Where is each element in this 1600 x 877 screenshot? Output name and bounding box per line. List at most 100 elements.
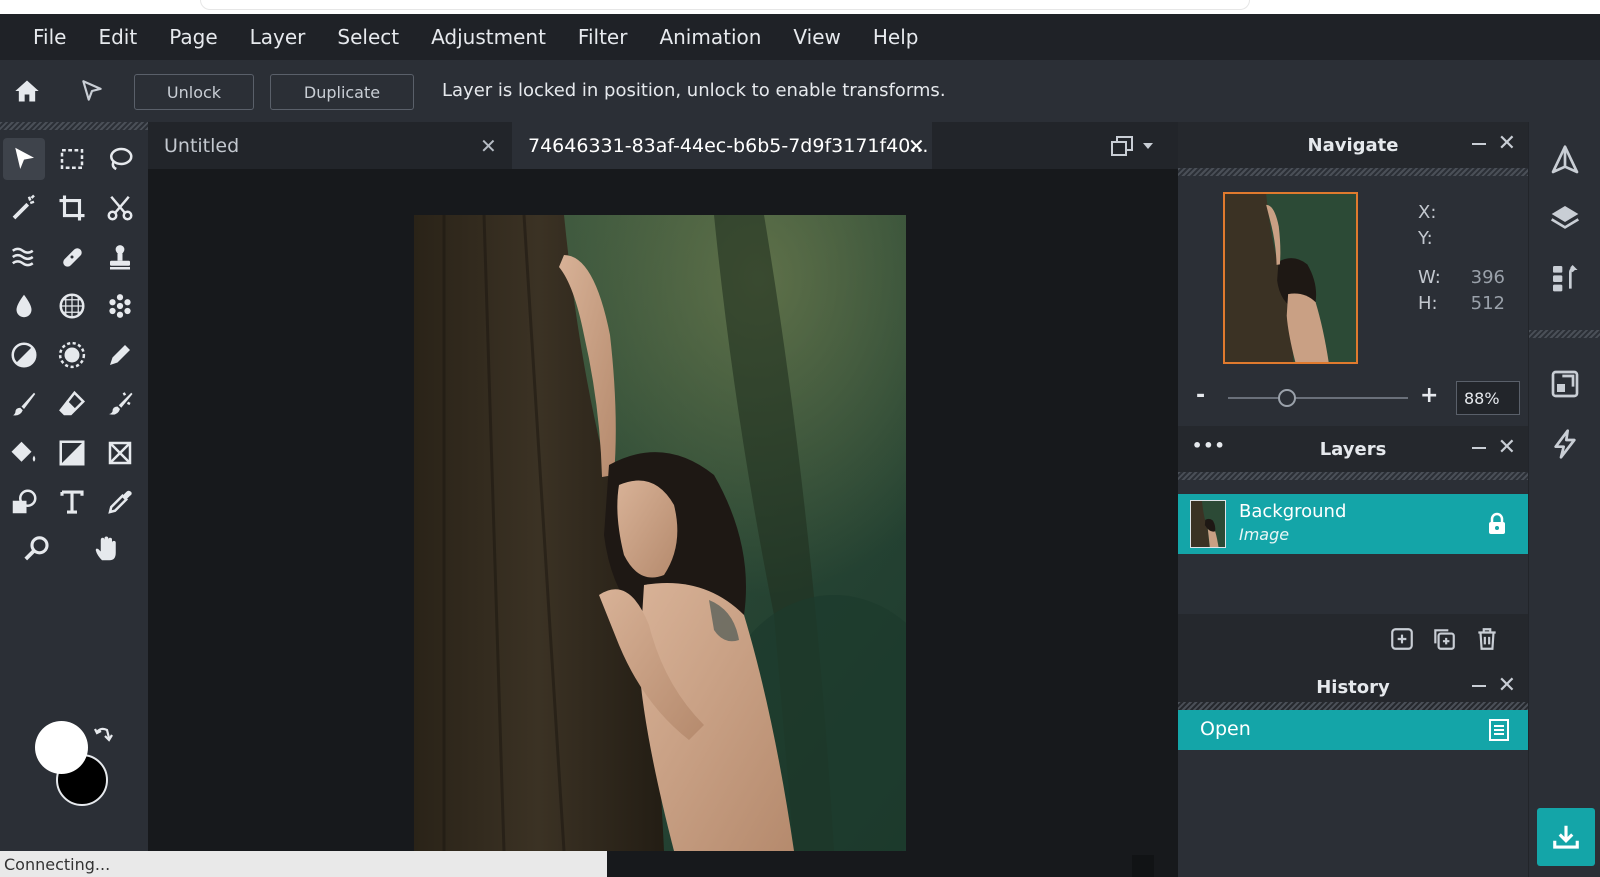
history-document-icon — [1489, 719, 1509, 741]
rail-grip[interactable] — [1529, 330, 1600, 338]
history-toggle-icon[interactable] — [1549, 262, 1581, 294]
tab-active-image-close-icon[interactable]: ✕ — [908, 134, 925, 158]
text-tool-icon[interactable] — [51, 481, 93, 523]
gradient-icon[interactable] — [51, 432, 93, 474]
chevron-down-icon — [1143, 143, 1153, 149]
navigate-close-icon[interactable]: ✕ — [1498, 131, 1516, 156]
zoom-percent-field[interactable]: 88% — [1456, 381, 1520, 415]
brightness-sun-icon[interactable] — [51, 334, 93, 376]
eraser-icon[interactable] — [51, 383, 93, 425]
pixelate-dots-icon[interactable] — [99, 285, 141, 327]
layers-minimize-icon[interactable] — [1472, 438, 1488, 458]
hand-pan-icon[interactable] — [86, 528, 128, 570]
foreground-color-swatch[interactable] — [35, 721, 88, 774]
swap-colors-icon[interactable] — [92, 724, 116, 748]
history-grip[interactable] — [1178, 702, 1528, 710]
nav-w-value: 396 — [1470, 267, 1505, 288]
move-tool-indicator-icon — [77, 76, 107, 106]
download-icon — [1553, 825, 1579, 849]
window-arrange-dropdown[interactable] — [1110, 132, 1160, 160]
history-close-icon[interactable]: ✕ — [1498, 673, 1516, 698]
layers-toggle-icon[interactable] — [1549, 202, 1581, 234]
toolbar-grip[interactable] — [0, 122, 148, 130]
side-panels: Navigate ✕ X: Y: W: H: 396 512 - + 88% •… — [1178, 122, 1528, 877]
add-layer-icon[interactable] — [1389, 626, 1415, 652]
clone-stamp-icon[interactable] — [99, 236, 141, 278]
menu-filter[interactable]: Filter — [562, 25, 644, 49]
menu-file[interactable]: File — [17, 25, 82, 49]
navigate-panel-title: Navigate — [1307, 134, 1399, 156]
blur-drop-icon[interactable] — [3, 285, 45, 327]
marquee-select-icon[interactable] — [51, 138, 93, 180]
zoom-magnifier-icon[interactable] — [16, 528, 58, 570]
menu-edit[interactable]: Edit — [82, 25, 153, 49]
menu-page[interactable]: Page — [153, 25, 233, 49]
color-replace-pen-icon[interactable] — [99, 334, 141, 376]
tab-untitled[interactable]: Untitled — [148, 122, 512, 169]
magic-wand-icon[interactable] — [3, 187, 45, 229]
browser-top-strip — [0, 0, 1600, 14]
unlock-button[interactable]: Unlock — [134, 74, 254, 110]
menu-adjustment[interactable]: Adjustment — [415, 25, 562, 49]
history-minimize-icon[interactable] — [1472, 676, 1488, 696]
layers-close-icon[interactable]: ✕ — [1498, 435, 1516, 460]
lasso-select-icon[interactable] — [99, 138, 141, 180]
nav-h-value: 512 — [1470, 293, 1505, 314]
tab-untitled-label: Untitled — [164, 134, 240, 157]
zoom-in-button[interactable]: + — [1420, 383, 1438, 408]
menu-help[interactable]: Help — [857, 25, 935, 49]
learn-triangle-icon[interactable] — [1549, 144, 1581, 176]
tab-active-image[interactable]: 74646331-83af-44ec-b6b5-7d9f3171f40... — [512, 122, 932, 169]
photo-editor-app: File Edit Page Layer Select Adjustment F… — [0, 14, 1600, 877]
crop-icon[interactable] — [51, 187, 93, 229]
layers-more-options-icon[interactable]: ••• — [1192, 436, 1226, 455]
nav-y-label: Y: — [1418, 228, 1433, 249]
layer-type: Image — [1239, 525, 1290, 544]
tools-panel — [0, 122, 148, 877]
smart-brush-icon[interactable] — [99, 383, 141, 425]
layer-thumbnail — [1190, 500, 1226, 548]
dodge-burn-icon[interactable] — [3, 334, 45, 376]
cut-scissors-icon[interactable] — [99, 187, 141, 229]
menu-view[interactable]: View — [777, 25, 856, 49]
zoom-slider-handle[interactable] — [1278, 389, 1296, 407]
duplicate-button[interactable]: Duplicate — [270, 74, 414, 110]
zoom-controls: - + 88% — [1178, 377, 1528, 419]
canvas-image[interactable] — [414, 215, 906, 851]
layer-item[interactable]: Background Image — [1178, 494, 1528, 554]
liquify-icon[interactable] — [3, 236, 45, 278]
brush-icon[interactable] — [3, 383, 45, 425]
menu-animation[interactable]: Animation — [643, 25, 777, 49]
eyedropper-icon[interactable] — [99, 481, 141, 523]
navigator-thumbnail[interactable] — [1223, 192, 1358, 364]
nav-x-label: X: — [1418, 202, 1437, 223]
navigate-grip[interactable] — [1178, 168, 1528, 176]
duplicate-layer-icon[interactable] — [1431, 626, 1457, 652]
right-rail — [1528, 122, 1600, 877]
menu-select[interactable]: Select — [321, 25, 415, 49]
zoom-slider-track[interactable] — [1228, 397, 1408, 399]
history-panel-title: History — [1316, 676, 1390, 698]
layer-locked-message: Layer is locked in position, unlock to e… — [442, 80, 946, 101]
shapes-icon[interactable] — [3, 481, 45, 523]
connection-status-bar: Connecting... — [0, 851, 607, 877]
history-item[interactable]: Open — [1178, 710, 1528, 750]
resize-canvas-icon[interactable] — [1549, 368, 1581, 400]
shape-frame-icon[interactable] — [99, 432, 141, 474]
navigate-minimize-icon[interactable] — [1472, 134, 1488, 154]
download-button[interactable] — [1537, 808, 1595, 866]
zoom-out-button[interactable]: - — [1196, 383, 1205, 408]
move-tool-icon[interactable] — [3, 138, 45, 180]
menu-layer[interactable]: Layer — [234, 25, 322, 49]
layers-grip[interactable] — [1178, 472, 1528, 480]
quick-actions-bolt-icon[interactable] — [1549, 428, 1581, 460]
paint-bucket-icon[interactable] — [3, 432, 45, 474]
sponge-pattern-icon[interactable] — [51, 285, 93, 327]
delete-layer-icon[interactable] — [1474, 626, 1500, 652]
home-icon[interactable] — [12, 76, 42, 106]
layer-lock-icon[interactable] — [1486, 512, 1508, 536]
document-tabs: Untitled ✕ 74646331-83af-44ec-b6b5-7d9f3… — [148, 122, 1178, 169]
healing-bandage-icon[interactable] — [51, 236, 93, 278]
tab-untitled-close-icon[interactable]: ✕ — [480, 134, 497, 158]
navigate-panel-header: Navigate ✕ — [1178, 122, 1528, 168]
